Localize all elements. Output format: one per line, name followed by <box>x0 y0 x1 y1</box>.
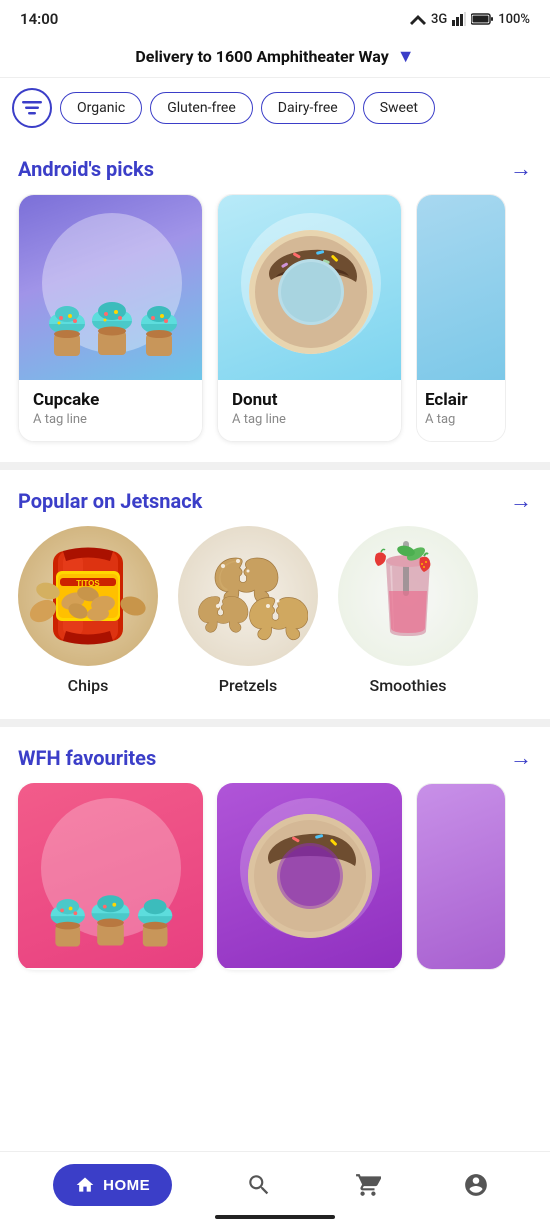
bottom-nav: HOME <box>0 1151 550 1224</box>
battery-label: 100% <box>498 12 530 27</box>
popular-item-pretzels[interactable]: Pretzels <box>178 526 318 695</box>
eclair-tagline: A tag <box>425 412 497 427</box>
android-picks-header: Android's picks → <box>0 138 550 194</box>
popular-header: Popular on Jetsnack → <box>0 470 550 526</box>
smoothies-illustration <box>348 536 468 656</box>
popular-item-smoothies[interactable]: Smoothies <box>338 526 478 695</box>
wfh-arrow[interactable]: → <box>510 745 532 771</box>
home-nav-button[interactable]: HOME <box>53 1164 172 1206</box>
wfh-donut-image <box>217 783 402 968</box>
pretzels-illustration <box>188 536 308 656</box>
pick-card-donut[interactable]: Donut A tag line <box>217 194 402 442</box>
wfh-donut-illustration <box>240 806 380 946</box>
chips-circle: TITOS <box>18 526 158 666</box>
wfh-card-donut[interactable] <box>217 783 402 970</box>
eclair-card-info: Eclair A tag <box>417 380 505 441</box>
delivery-address: Delivery to 1600 Amphitheater Way <box>135 47 388 66</box>
delivery-bar[interactable]: Delivery to 1600 Amphitheater Way ▼ <box>0 36 550 78</box>
status-time: 14:00 <box>20 10 58 28</box>
donut-tagline: A tag line <box>232 412 387 427</box>
pick-card-cupcake[interactable]: Cupcake A tag line <box>18 194 203 442</box>
status-bar: 14:00 3G 100% <box>0 0 550 36</box>
popular-item-chips[interactable]: TITOS Chips <box>18 526 158 695</box>
popular-title: Popular on Jetsnack <box>18 489 202 513</box>
wfh-eclair-image <box>417 784 506 969</box>
eclair-name: Eclair <box>425 390 497 410</box>
pretzels-label: Pretzels <box>219 676 277 695</box>
donut-card-info: Donut A tag line <box>218 380 401 441</box>
android-picks-title: Android's picks <box>18 157 154 181</box>
chips-label: Chips <box>68 676 109 695</box>
popular-scroll: TITOS Chips <box>0 526 550 719</box>
filter-chip-organic[interactable]: Organic <box>60 92 142 124</box>
network-label: 3G <box>431 12 447 27</box>
home-icon <box>75 1175 95 1195</box>
eclair-card-image <box>417 195 506 380</box>
wfh-cupcake-image <box>18 783 203 968</box>
profile-nav-button[interactable] <box>455 1164 497 1206</box>
donut-illustration <box>241 222 381 362</box>
popular-arrow[interactable]: → <box>510 488 532 514</box>
donut-name: Donut <box>232 390 387 410</box>
wfh-title: WFH favourites <box>18 746 156 770</box>
wfh-header: WFH favourites → <box>0 727 550 783</box>
donut-card-image <box>218 195 402 380</box>
smoothies-label: Smoothies <box>370 676 447 695</box>
filter-icon-button[interactable] <box>12 88 52 128</box>
filter-chip-dairyfree[interactable]: Dairy-free <box>261 92 355 124</box>
cupcake-name: Cupcake <box>33 390 188 410</box>
cupcake-card-image <box>19 195 203 380</box>
cart-nav-button[interactable] <box>347 1164 389 1206</box>
cupcakes-illustration <box>32 266 192 366</box>
battery-icon <box>471 13 493 25</box>
status-icons: 3G 100% <box>410 12 530 27</box>
filter-chip-sweet[interactable]: Sweet <box>363 92 435 124</box>
cart-nav-icon <box>355 1172 381 1198</box>
android-picks-scroll: Cupcake A tag line <box>0 194 550 462</box>
profile-nav-icon <box>463 1172 489 1198</box>
pick-card-eclair[interactable]: Eclair A tag <box>416 194 506 442</box>
filter-chip-glutenfree[interactable]: Gluten-free <box>150 92 253 124</box>
wfh-card-eclair[interactable] <box>416 783 506 970</box>
cupcake-tagline: A tag line <box>33 412 188 427</box>
section-divider-2 <box>0 719 550 727</box>
wfh-cupcakes-illustration <box>33 861 188 956</box>
wifi-icon <box>410 13 426 25</box>
filter-row: Organic Gluten-free Dairy-free Sweet <box>0 78 550 138</box>
pretzels-circle <box>178 526 318 666</box>
wfh-card-cupcake[interactable] <box>18 783 203 970</box>
section-divider-1 <box>0 462 550 470</box>
wfh-scroll <box>0 783 550 990</box>
search-nav-icon <box>246 1172 272 1198</box>
filter-icon <box>22 101 42 115</box>
cupcake-card-info: Cupcake A tag line <box>19 380 202 441</box>
home-nav-label: HOME <box>103 1177 150 1194</box>
svg-text:TITOS: TITOS <box>76 579 100 588</box>
delivery-chevron-icon[interactable]: ▼ <box>397 46 415 67</box>
android-picks-arrow[interactable]: → <box>510 156 532 182</box>
signal-icon <box>452 12 466 26</box>
search-nav-button[interactable] <box>238 1164 280 1206</box>
chips-illustration: TITOS <box>28 536 148 656</box>
smoothies-circle <box>338 526 478 666</box>
bottom-indicator <box>215 1215 335 1219</box>
